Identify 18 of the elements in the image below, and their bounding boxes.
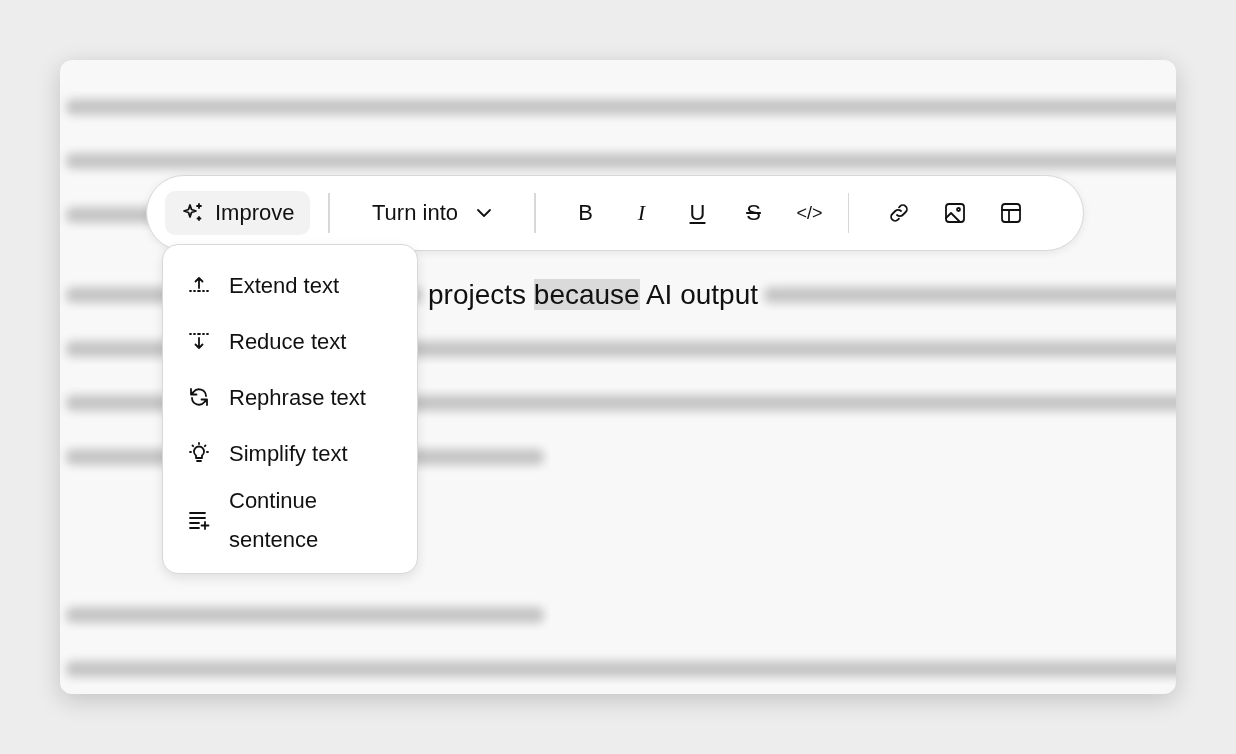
menu-item[interactable]: Extend text: [187, 257, 401, 313]
menu-item[interactable]: Simplify text: [187, 425, 401, 481]
underline-button[interactable]: U: [677, 193, 718, 233]
editor-text: projects because AI output: [428, 278, 759, 312]
strikethrough-button[interactable]: S: [733, 193, 774, 233]
menu-item[interactable]: Rephrase text: [187, 369, 401, 425]
improve-button[interactable]: Improve: [165, 191, 311, 235]
turn-into-dropdown[interactable]: Turn into: [360, 191, 508, 235]
refresh-icon: [187, 385, 211, 409]
link-icon: [887, 201, 911, 225]
menu-item[interactable]: Reduce text: [187, 313, 401, 369]
table-icon: [999, 201, 1023, 225]
bold-button[interactable]: B: [565, 193, 606, 233]
image-icon: [943, 201, 967, 225]
lightbulb-icon: [187, 441, 211, 465]
code-button[interactable]: </>: [789, 193, 830, 233]
italic-button[interactable]: I: [621, 193, 662, 233]
menu-item[interactable]: Continue sentence: [187, 481, 401, 559]
